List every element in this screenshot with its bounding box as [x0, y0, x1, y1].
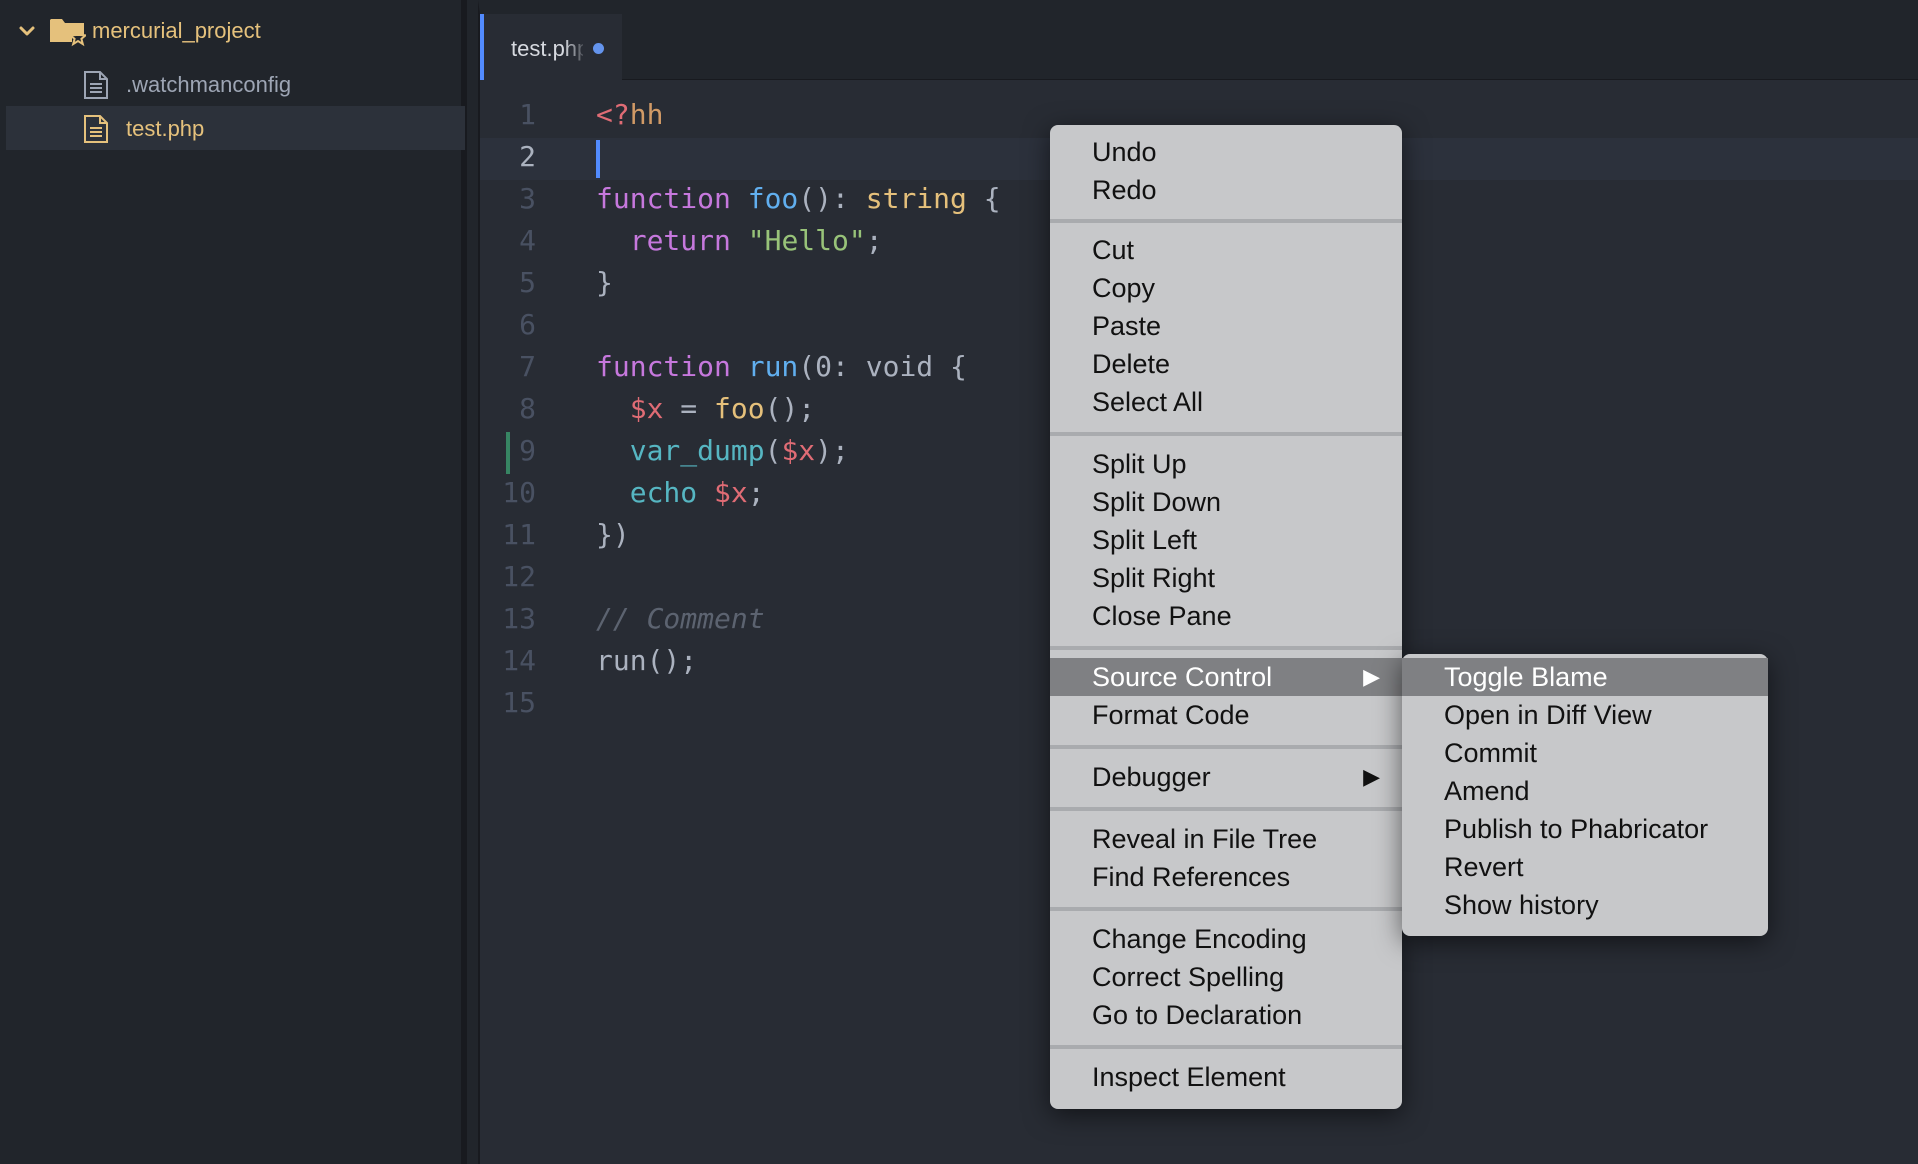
- tree-file-watchmanconfig[interactable]: .watchmanconfig: [6, 62, 465, 106]
- menu-separator: [1050, 745, 1402, 749]
- submenu-arrow-icon: ▶: [1363, 664, 1380, 689]
- tab-title-fade: [564, 30, 588, 66]
- menu-separator: [1050, 1045, 1402, 1049]
- line-number: 4: [519, 224, 536, 257]
- line-number: 13: [502, 602, 536, 635]
- code-text: return "Hello";: [629, 224, 883, 257]
- submenu-item-publish-to-phabricator[interactable]: Publish to Phabricator: [1402, 810, 1768, 848]
- file-text-icon: [84, 115, 108, 143]
- line-number: 10: [502, 476, 536, 509]
- menu-item-label: Source Control: [1092, 662, 1273, 692]
- line-number: 15: [502, 686, 536, 719]
- code-text: }: [596, 266, 613, 299]
- submenu-item-revert[interactable]: Revert: [1402, 848, 1768, 886]
- menu-item-reveal-in-file-tree[interactable]: Reveal in File Tree: [1050, 820, 1402, 858]
- line-number: 6: [519, 308, 536, 341]
- line-number: 7: [519, 350, 536, 383]
- file-tree-panel: mercurial_project .watchmanconfig test.p…: [0, 0, 467, 1164]
- menu-item-close-pane[interactable]: Close Pane: [1050, 597, 1402, 635]
- menu-item-copy[interactable]: Copy: [1050, 269, 1402, 307]
- repo-folder-icon: [50, 19, 86, 47]
- menu-item-delete[interactable]: Delete: [1050, 345, 1402, 383]
- menu-separator: [1050, 907, 1402, 911]
- source-control-submenu: Toggle Blame Open in Diff View Commit Am…: [1402, 654, 1768, 936]
- code-comment: // Comment: [596, 602, 765, 635]
- menu-item-redo[interactable]: Redo: [1050, 171, 1402, 209]
- line-number: 5: [519, 266, 536, 299]
- tree-file-test-php[interactable]: test.php: [6, 106, 465, 150]
- menu-item-split-up[interactable]: Split Up: [1050, 445, 1402, 483]
- menu-item-find-references[interactable]: Find References: [1050, 858, 1402, 896]
- menu-item-select-all[interactable]: Select All: [1050, 383, 1402, 421]
- line-number: 2: [519, 140, 536, 173]
- menu-item-cut[interactable]: Cut: [1050, 231, 1402, 269]
- menu-item-debugger[interactable]: Debugger ▶: [1050, 758, 1402, 796]
- file-label: .watchmanconfig: [126, 72, 292, 97]
- line-number: 1: [519, 98, 536, 131]
- modified-indicator-icon[interactable]: [593, 43, 604, 54]
- line-number: 8: [519, 392, 536, 425]
- submenu-arrow-icon: ▶: [1363, 764, 1380, 789]
- menu-separator: [1050, 646, 1402, 650]
- code-text: function foo(): string {: [596, 182, 1001, 215]
- submenu-item-amend[interactable]: Amend: [1402, 772, 1768, 810]
- menu-item-undo[interactable]: Undo: [1050, 133, 1402, 171]
- line-number: 11: [502, 518, 536, 551]
- code-text: echo $x;: [629, 476, 765, 509]
- menu-separator: [1050, 807, 1402, 811]
- tree-root-folder[interactable]: mercurial_project: [0, 8, 461, 52]
- menu-item-split-down[interactable]: Split Down: [1050, 483, 1402, 521]
- chevron-down-icon[interactable]: [18, 22, 36, 40]
- line-number: 12: [502, 560, 536, 593]
- submenu-item-open-in-diff-view[interactable]: Open in Diff View: [1402, 696, 1768, 734]
- code-text: var_dump($x);: [629, 434, 849, 467]
- menu-item-split-right[interactable]: Split Right: [1050, 559, 1402, 597]
- submenu-item-show-history[interactable]: Show history: [1402, 886, 1768, 924]
- file-text-icon: [84, 71, 108, 99]
- menu-item-paste[interactable]: Paste: [1050, 307, 1402, 345]
- code-text: $x = foo();: [629, 392, 816, 425]
- menu-item-label: Debugger: [1092, 762, 1211, 792]
- menu-separator: [1050, 219, 1402, 223]
- menu-item-format-code[interactable]: Format Code: [1050, 696, 1402, 734]
- menu-item-source-control[interactable]: Source Control ▶: [1050, 658, 1402, 696]
- editor-context-menu: Undo Redo Cut Copy Paste Delete Select A…: [1050, 125, 1402, 1109]
- file-label: test.php: [126, 116, 205, 141]
- text-cursor: [596, 140, 600, 178]
- menu-item-change-encoding[interactable]: Change Encoding: [1050, 920, 1402, 958]
- line-number: 3: [519, 182, 536, 215]
- menu-separator: [1050, 432, 1402, 436]
- tab-bar: test.php: [480, 14, 1918, 80]
- code-text: run();: [596, 644, 698, 677]
- menu-item-inspect-element[interactable]: Inspect Element: [1050, 1058, 1402, 1096]
- menu-item-correct-spelling[interactable]: Correct Spelling: [1050, 958, 1402, 996]
- submenu-item-commit[interactable]: Commit: [1402, 734, 1768, 772]
- menu-item-go-to-declaration[interactable]: Go to Declaration: [1050, 996, 1402, 1034]
- line-number: 9: [519, 434, 536, 467]
- root-folder-label: mercurial_project: [92, 18, 261, 43]
- code-text: <?hh: [596, 98, 664, 131]
- line-number: 14: [502, 644, 536, 677]
- submenu-item-toggle-blame[interactable]: Toggle Blame: [1402, 658, 1768, 696]
- code-text: }): [596, 518, 630, 551]
- menu-item-split-left[interactable]: Split Left: [1050, 521, 1402, 559]
- code-text: function run(0: void {: [596, 350, 967, 383]
- tab-test-php[interactable]: test.php: [480, 14, 622, 80]
